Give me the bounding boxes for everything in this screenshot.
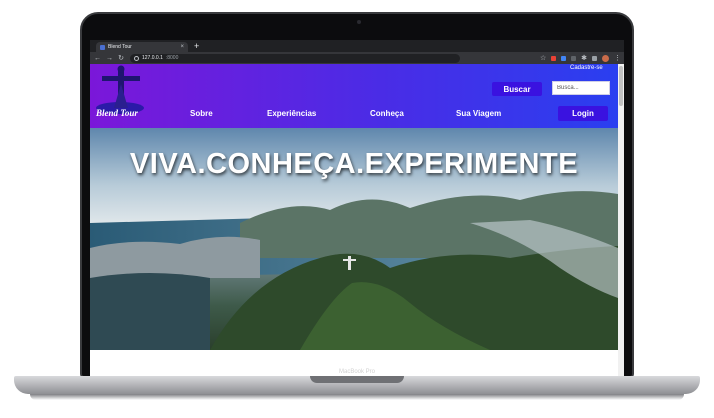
search-button[interactable]: Buscar [492,82,542,96]
menu-icon[interactable]: ⋮ [614,54,621,62]
nav-item-sobre[interactable]: Sobre [190,109,213,118]
hero-title: VIVA.CONHEÇA.EXPERIMENTE [129,148,579,180]
screen: Blend Tour × + ← → ↻ 127.0.0.1:8000 ☆ ✱ … [90,40,624,376]
tab-title: Blend Tour [108,44,132,50]
page-scrollbar[interactable] [618,64,624,376]
hero-banner: VIVA.CONHEÇA.EXPERIMENTE [90,128,618,350]
login-button[interactable]: Login [558,106,608,121]
christ-redeemer-logo-icon[interactable]: Blend Tour [90,64,152,126]
camera-icon [357,20,361,24]
trackpad-notch [310,376,404,383]
star-icon[interactable]: ☆ [540,54,546,62]
puzzle-icon[interactable]: ✱ [581,54,587,62]
favicon-icon [100,44,105,50]
nav-item-experiencias[interactable]: Experiências [267,109,316,118]
back-arrow-icon[interactable]: ← [94,55,101,62]
info-icon[interactable] [134,55,139,61]
new-tab-button[interactable]: + [194,41,199,51]
model-label: MacBook Pro [338,369,375,375]
extension-icon[interactable] [551,55,556,61]
nav-item-sua-viagem[interactable]: Sua Viagem [456,109,501,118]
search-input[interactable] [552,81,610,95]
extension-icon[interactable] [592,55,597,61]
browser-tabstrip: Blend Tour × + [90,40,624,52]
laptop-base: MacBook Pro [14,369,700,394]
laptop-lid: Blend Tour × + ← → ↻ 127.0.0.1:8000 ☆ ✱ … [80,12,634,378]
extension-icon[interactable] [571,55,576,61]
reload-icon[interactable]: ↻ [118,54,124,62]
web-page: Blend Tour Cadastre-se Buscar Sobre Expe… [90,64,624,376]
scroll-thumb[interactable] [619,66,623,106]
browser-toolbar: ← → ↻ 127.0.0.1:8000 ☆ ✱ ⋮ [90,52,624,64]
site-header: Blend Tour Cadastre-se Buscar Sobre Expe… [90,64,618,128]
extension-icons: ☆ ✱ ⋮ [540,54,621,62]
profile-avatar[interactable] [602,54,609,62]
forward-arrow-icon[interactable]: → [106,55,113,62]
extension-icon[interactable] [561,55,566,61]
base-shadow [30,394,684,400]
browser-tab[interactable]: Blend Tour × [96,42,188,52]
address-bar[interactable]: 127.0.0.1:8000 [130,53,460,63]
signup-link[interactable]: Cadastre-se [570,65,603,71]
logo-wordmark: Blend Tour [95,108,138,118]
close-tab-icon[interactable]: × [180,44,184,50]
nav-item-conheca[interactable]: Conheça [370,109,404,118]
url-host: 127.0.0.1 [142,55,163,61]
url-port: :8000 [165,55,179,61]
